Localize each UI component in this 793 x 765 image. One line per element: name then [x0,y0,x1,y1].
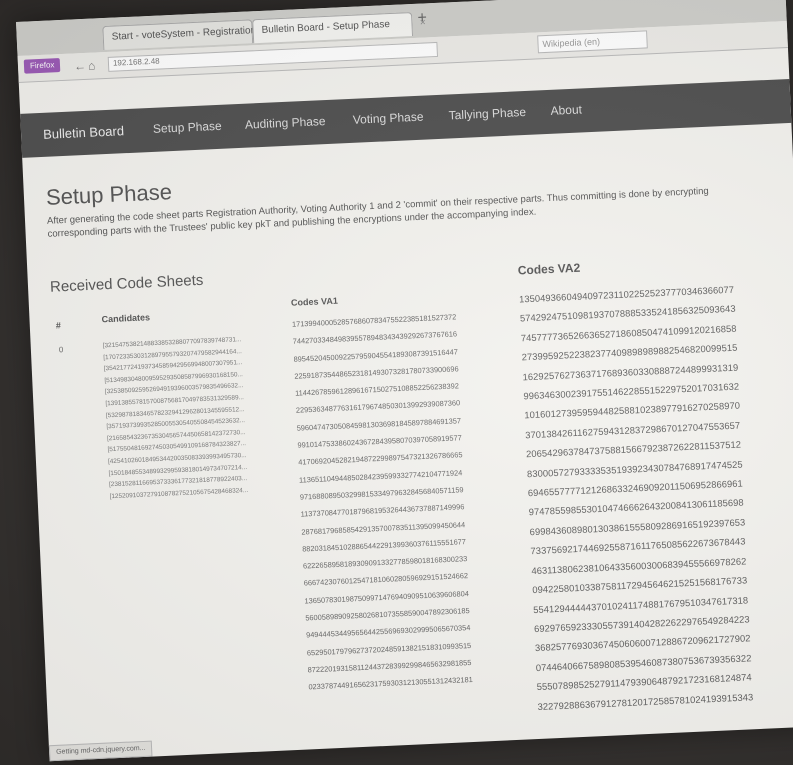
column-header-codes-va2: Codes VA2 [517,260,581,278]
back-arrow-icon[interactable]: ← [74,59,87,74]
site-navbar: Bulletin Board Setup Phase Auditing Phas… [20,78,792,158]
status-bar: Getting md-cdn.jquery.com... [48,740,153,762]
codes-va2-column: 1350493660494097231102252523777034636607… [519,280,754,716]
url-text: 192.168.2.48 [112,56,160,68]
tab-label: Bulletin Board - Setup Phase [261,19,391,36]
navbar-brand[interactable]: Bulletin Board [43,123,125,142]
column-header-candidates: Candidates [101,312,151,325]
nav-tallying-phase[interactable]: Tallying Phase [448,105,526,122]
home-icon[interactable]: ⌂ [88,58,96,72]
nav-voting-phase[interactable]: Voting Phase [352,110,423,127]
nav-auditing-phase[interactable]: Auditing Phase [245,114,326,132]
column-header-index: # [55,320,62,331]
nav-setup-phase[interactable]: Setup Phase [153,119,222,136]
candidates-column: [3215475382148833853288077097839748731..… [103,334,249,502]
search-input[interactable]: Wikipedia (en) [537,30,648,54]
photo-stage: Start - voteSystem - Registration Server… [0,0,793,765]
section-title: Received Code Sheets [49,271,204,296]
index-column: 0 [59,345,64,354]
column-header-codes-va1: Codes VA1 [290,295,339,308]
nav-about[interactable]: About [550,102,582,117]
firefox-menu-button[interactable]: Firefox [23,58,61,74]
page-title: Setup Phase [45,179,173,210]
projector-screen: Start - voteSystem - Registration Server… [16,0,793,762]
table-row-index: 0 [58,345,64,355]
new-tab-plus-icon[interactable]: + [412,9,433,28]
search-placeholder: Wikipedia (en) [542,36,601,50]
codes-va1-column: 1713994000528576860783475522385181527372… [292,308,474,696]
